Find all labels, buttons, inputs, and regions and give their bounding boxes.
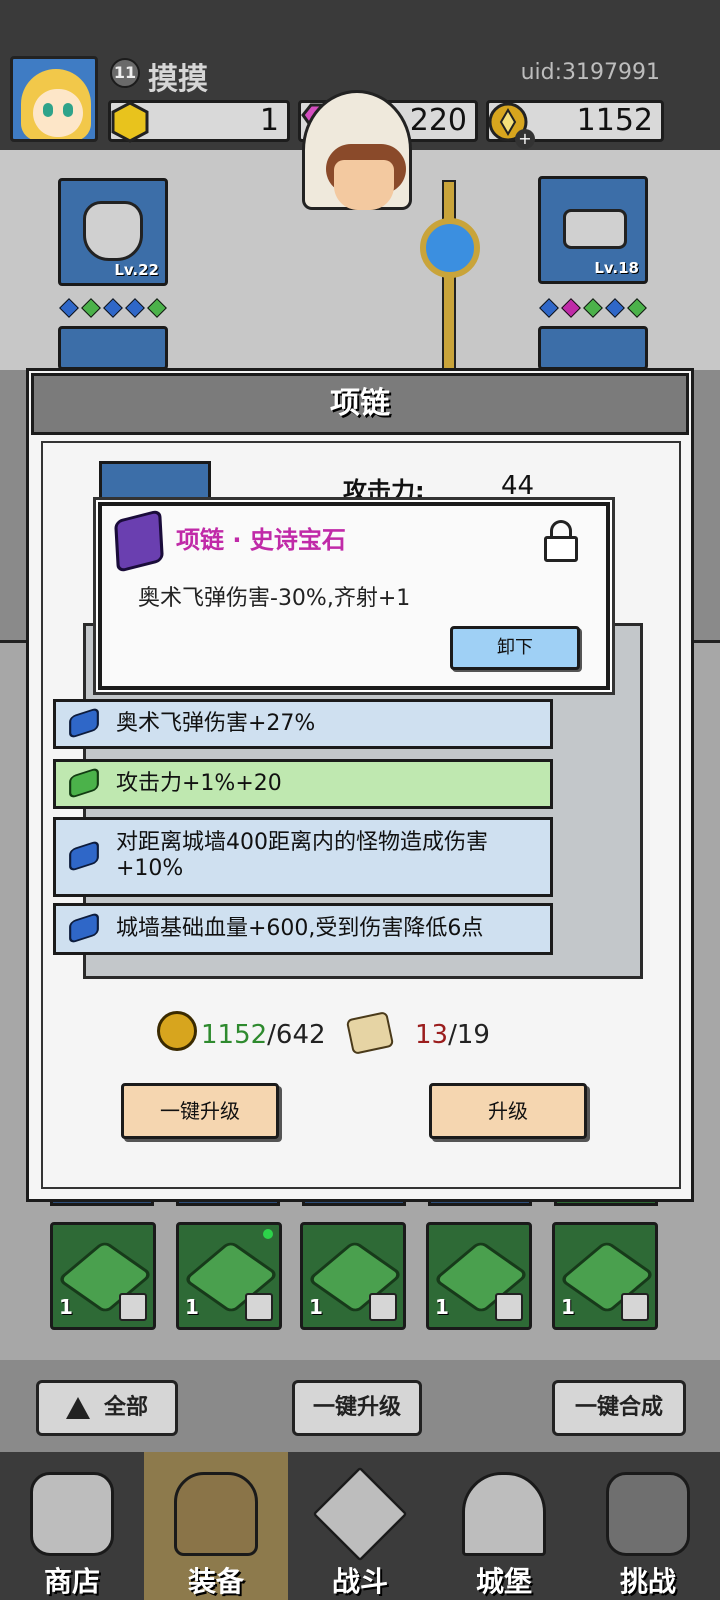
slot-level: Lv.18: [594, 259, 639, 277]
armor-type-icon: [119, 1293, 147, 1321]
upgrade-all-button[interactable]: 一键升级: [292, 1380, 422, 1436]
socket-gem-icon: [583, 298, 603, 318]
item-count: 1: [435, 1295, 449, 1319]
filter-all-button[interactable]: 全部: [36, 1380, 178, 1436]
blue-gem-icon: [69, 839, 99, 873]
scroll-have: 13: [415, 1020, 449, 1050]
socket-gem-icon: [81, 298, 101, 318]
nav-battle[interactable]: 战斗: [288, 1452, 432, 1600]
gem-description: 奥术飞弹伤害-30%,齐射+1: [138, 586, 411, 611]
inventory-item[interactable]: 1: [50, 1222, 156, 1330]
socket-gem-icon: [627, 298, 647, 318]
item-count: 1: [59, 1295, 73, 1319]
item-count: 1: [185, 1295, 199, 1319]
stat-row: 对距离城墙400距离内的怪物造成伤害+10%: [53, 817, 553, 897]
coin-have: 1152: [201, 1020, 268, 1050]
nickname: 摸摸: [148, 62, 208, 97]
add-coin-icon[interactable]: +: [515, 129, 535, 149]
unequip-button[interactable]: 卸下: [450, 626, 580, 670]
stat-row: 奥术飞弹伤害+27%: [53, 699, 553, 749]
gem-title: 项链 · 史诗宝石: [176, 526, 346, 554]
coin-need: /642: [267, 1020, 326, 1050]
gold-gem-icon: [111, 101, 149, 143]
socket-gem-icon: [147, 298, 167, 318]
hero-character: [262, 90, 432, 230]
item-count: 1: [309, 1295, 323, 1319]
scroll-need: /19: [448, 1020, 490, 1050]
socket-gem-icon: [605, 298, 625, 318]
nav-label: 装备: [187, 1565, 244, 1598]
necklace-modal: 项链 攻击力: 44 奥术飞弹伤害+27% 攻击力+1%+20 对距离城墙400…: [26, 368, 694, 1202]
equip-slot-gauntlet[interactable]: Lv.18: [538, 176, 648, 284]
armor-type-icon: [369, 1293, 397, 1321]
swords-icon: [312, 1466, 408, 1562]
stat-text: 城墙基础血量+600,受到伤害降低6点: [116, 916, 484, 941]
castle-icon: [462, 1472, 546, 1556]
upgrade-button[interactable]: 升级: [429, 1083, 587, 1139]
boots-type-icon: [621, 1293, 649, 1321]
merge-all-button[interactable]: 一键合成: [552, 1380, 686, 1436]
inventory-item[interactable]: 1: [552, 1222, 658, 1330]
slot-gems-right: [538, 298, 648, 318]
helmet-icon: [83, 201, 143, 261]
staff-orb-icon: [420, 218, 480, 278]
armor-type-icon: [245, 1293, 273, 1321]
triangle-icon: [65, 1397, 90, 1419]
socket-gem-icon: [561, 298, 581, 318]
boots-type-icon: [495, 1293, 523, 1321]
nav-label: 城堡: [475, 1565, 532, 1598]
equip-slot-armor[interactable]: [58, 326, 168, 370]
gauntlet-icon: [563, 209, 627, 249]
inventory-item[interactable]: 1: [300, 1222, 406, 1330]
nav-equipment[interactable]: 装备: [144, 1452, 288, 1600]
equip-slot-boots[interactable]: [538, 326, 648, 370]
stat-text: 奥术飞弹伤害+27%: [116, 711, 316, 736]
attack-value: 44: [501, 471, 535, 501]
blue-gem-icon: [69, 706, 99, 740]
coin-cost: 1152/642: [201, 1015, 326, 1055]
bottom-nav: 商店 装备 战斗 城堡 挑战: [0, 1452, 720, 1600]
avatar[interactable]: [10, 56, 98, 142]
gem-tooltip: 项链 · 史诗宝石 奥术飞弹伤害-30%,齐射+1 卸下: [98, 502, 610, 690]
locked-challenge-icon: [606, 1472, 690, 1556]
socket-gem-icon: [125, 298, 145, 318]
uid-label: uid:3197991: [520, 60, 660, 85]
equip-slot-helmet[interactable]: Lv.22: [58, 178, 168, 286]
modal-title: 项链: [31, 373, 689, 435]
lock-icon[interactable]: [544, 520, 578, 562]
bag-icon: [174, 1472, 258, 1556]
coin-icon: [157, 1011, 197, 1051]
one-click-upgrade-button[interactable]: 一键升级: [121, 1083, 279, 1139]
stat-row: 攻击力+1%+20: [53, 759, 553, 809]
inventory-item[interactable]: 1: [426, 1222, 532, 1330]
staff-icon: [442, 180, 456, 380]
stat-row: 城墙基础血量+600,受到伤害降低6点: [53, 903, 553, 955]
green-gem-icon: [69, 766, 99, 800]
item-count: 1: [561, 1295, 575, 1319]
socket-gem-icon: [539, 298, 559, 318]
nav-shop[interactable]: 商店: [0, 1452, 144, 1600]
new-indicator: [263, 1229, 273, 1239]
stat-text: 对距离城墙400距离内的怪物造成伤害+10%: [116, 830, 488, 881]
nav-label: 挑战: [619, 1565, 676, 1598]
socket-gem-icon: [103, 298, 123, 318]
nav-challenge[interactable]: 挑战: [576, 1452, 720, 1600]
scroll-cost: 13/19: [415, 1015, 490, 1055]
nav-label: 商店: [43, 1565, 100, 1598]
filter-all-label: 全部: [103, 1395, 148, 1420]
blue-gem-icon: [69, 911, 99, 945]
level-badge: 11: [110, 58, 140, 88]
coin-value: 1152: [576, 103, 653, 138]
socket-gem-icon: [59, 298, 79, 318]
nav-label: 战斗: [331, 1565, 388, 1598]
purple-gem-icon: [114, 508, 164, 574]
attack-label: 攻击力:: [343, 477, 425, 505]
slot-gems-left: [58, 298, 168, 318]
shop-icon: [30, 1472, 114, 1556]
nav-castle[interactable]: 城堡: [432, 1452, 576, 1600]
coin-counter[interactable]: + 1152: [486, 100, 664, 149]
stat-text: 攻击力+1%+20: [116, 771, 282, 796]
inventory-item[interactable]: 1: [176, 1222, 282, 1330]
slot-level: Lv.22: [114, 261, 159, 279]
